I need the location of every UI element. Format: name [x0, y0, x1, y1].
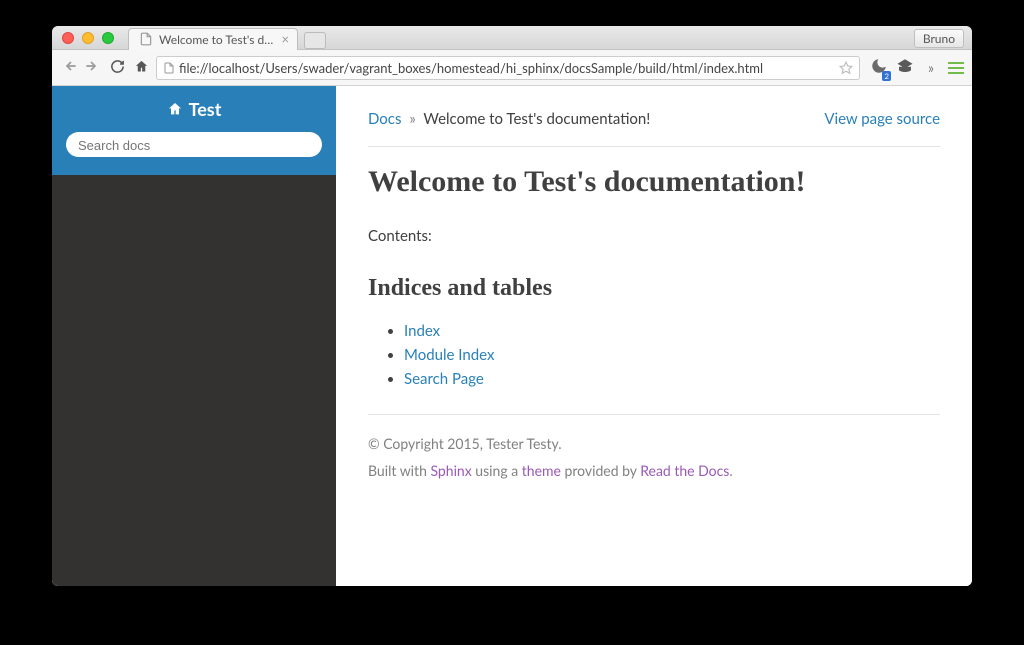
page-heading: Welcome to Test's documentation!: [368, 165, 940, 199]
section-heading: Indices and tables: [368, 275, 940, 302]
url-text: file://localhost/Users/swader/vagrant_bo…: [179, 60, 835, 76]
browser-window: Welcome to Test's docume × Bruno file://…: [52, 26, 972, 586]
file-icon: [163, 61, 175, 75]
sidebar: Test: [52, 86, 336, 586]
home-icon: [167, 101, 183, 117]
tab-title: Welcome to Test's docume: [159, 32, 275, 47]
theme-link[interactable]: theme: [522, 462, 561, 479]
overflow-icon[interactable]: »: [922, 59, 940, 76]
bookmark-star-icon[interactable]: [839, 61, 853, 75]
breadcrumb-separator: »: [409, 110, 415, 128]
project-title[interactable]: Test: [66, 98, 322, 120]
search-input[interactable]: [78, 138, 310, 153]
profile-button[interactable]: Bruno: [914, 29, 964, 48]
breadcrumb-current: Welcome to Test's documentation!: [423, 110, 650, 128]
close-tab-icon[interactable]: ×: [281, 31, 289, 47]
window-titlebar: Welcome to Test's docume × Bruno: [52, 26, 972, 50]
list-item: Index: [404, 322, 940, 340]
home-button[interactable]: [132, 59, 150, 77]
forward-button[interactable]: [84, 58, 102, 77]
sphinx-link[interactable]: Sphinx: [430, 462, 471, 479]
index-links-list: Index Module Index Search Page: [368, 322, 940, 388]
breadcrumb-root-link[interactable]: Docs: [368, 110, 401, 128]
main-content: Docs » Welcome to Test's documentation! …: [336, 86, 972, 586]
tab-bar: Welcome to Test's docume ×: [128, 26, 326, 50]
maximize-window-button[interactable]: [102, 32, 114, 44]
address-bar[interactable]: file://localhost/Users/swader/vagrant_bo…: [156, 56, 860, 80]
view-source-link[interactable]: View page source: [824, 110, 940, 128]
page-footer: © Copyright 2015, Tester Testy. Built wi…: [368, 435, 940, 479]
divider: [368, 414, 940, 415]
search-page-link[interactable]: Search Page: [404, 370, 484, 388]
browser-tab[interactable]: Welcome to Test's docume ×: [128, 28, 298, 50]
minimize-window-button[interactable]: [82, 32, 94, 44]
search-container: [66, 132, 322, 157]
file-icon: [139, 32, 153, 46]
browser-toolbar: file://localhost/Users/swader/vagrant_bo…: [52, 50, 972, 86]
index-link[interactable]: Index: [404, 322, 440, 340]
badge-count: 2: [882, 71, 891, 81]
sidebar-body: [52, 175, 336, 586]
rtd-link[interactable]: Read the Docs: [640, 462, 729, 479]
list-item: Search Page: [404, 370, 940, 388]
new-tab-button[interactable]: [304, 32, 326, 49]
contents-label: Contents:: [368, 227, 940, 245]
project-title-text: Test: [189, 98, 222, 120]
module-index-link[interactable]: Module Index: [404, 346, 494, 364]
reload-button[interactable]: [108, 59, 126, 77]
close-window-button[interactable]: [62, 32, 74, 44]
extension-hat-icon[interactable]: [896, 57, 914, 78]
copyright-text: © Copyright 2015, Tester Testy.: [368, 435, 940, 452]
breadcrumb: Docs » Welcome to Test's documentation! …: [368, 110, 940, 147]
extension-moon-icon[interactable]: 2: [870, 57, 888, 78]
traffic-lights: [52, 32, 114, 44]
built-with-text: Built with Sphinx using a theme provided…: [368, 462, 940, 479]
back-button[interactable]: [60, 58, 78, 77]
sidebar-header: Test: [52, 86, 336, 175]
menu-icon[interactable]: [948, 62, 964, 74]
toolbar-extensions: 2 »: [866, 57, 964, 78]
list-item: Module Index: [404, 346, 940, 364]
page-content: Test Docs » Welcome to Test's documentat…: [52, 86, 972, 586]
